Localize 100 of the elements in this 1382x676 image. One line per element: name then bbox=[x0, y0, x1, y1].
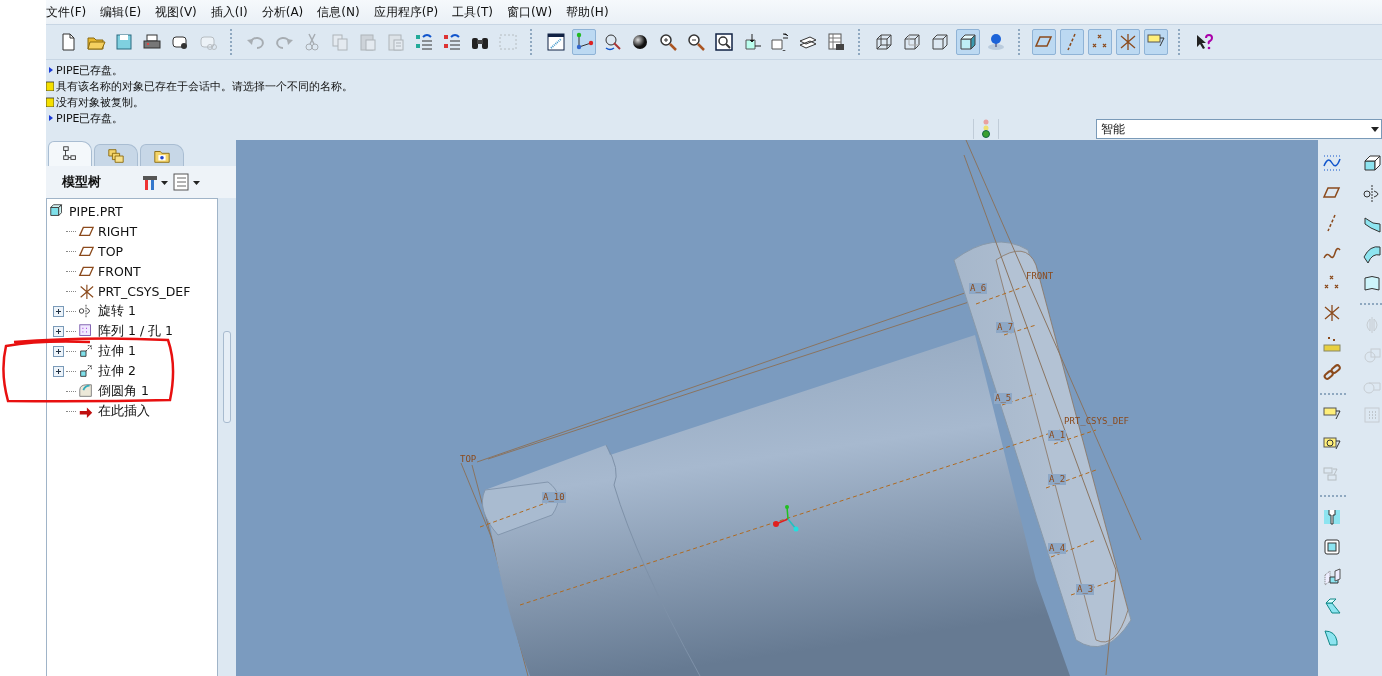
selection-box-icon bbox=[498, 32, 518, 52]
datum-label: A_3 bbox=[1076, 584, 1095, 595]
datum-label: TOP bbox=[460, 454, 477, 465]
traffic-light-icon bbox=[981, 118, 991, 140]
boundary-surface-icon bbox=[1362, 273, 1382, 293]
zoom-in-icon bbox=[658, 32, 678, 52]
zoom-fit-icon bbox=[714, 32, 734, 52]
menu-item[interactable]: 视图(V) bbox=[155, 3, 203, 21]
tree-structure-icon bbox=[61, 145, 79, 163]
tree-item[interactable]: 倒圆角 1 bbox=[96, 382, 149, 400]
expand-box[interactable] bbox=[53, 325, 64, 337]
datum-label: A_1 bbox=[1048, 430, 1067, 441]
tree-item[interactable]: PIPE.PRT bbox=[67, 203, 123, 219]
chain-link-icon bbox=[1322, 363, 1342, 383]
extrude-icon bbox=[1362, 153, 1382, 173]
folder-stack-icon bbox=[107, 146, 125, 165]
shaded-cube-button[interactable] bbox=[956, 29, 980, 55]
datum-label: A_5 bbox=[994, 393, 1013, 404]
menu-item[interactable]: 分析(A) bbox=[261, 3, 310, 21]
clipboard-icon bbox=[358, 32, 378, 52]
clipboard-list-icon bbox=[386, 32, 406, 52]
copy-icon bbox=[330, 32, 350, 52]
datum-label: A_6 bbox=[969, 283, 988, 294]
tree-item[interactable]: 阵列 1 / 孔 1 bbox=[96, 322, 173, 340]
tree-item[interactable]: PRT_CSYS_DEF bbox=[96, 283, 191, 299]
message-text: 具有该名称的对象已存在于会话中。请选择一个不同的名称。 bbox=[56, 78, 353, 94]
datum-label: PRT_CSYS_DEF bbox=[1064, 416, 1130, 427]
hole-icon bbox=[1322, 507, 1342, 527]
coordinate-system-button[interactable] bbox=[1116, 29, 1140, 55]
panel-collapse-handle[interactable] bbox=[223, 331, 231, 423]
info-arrow-icon bbox=[46, 113, 54, 123]
coordinate-triad-icon bbox=[773, 505, 799, 532]
tree-item[interactable]: FRONT bbox=[96, 263, 141, 279]
expand-box[interactable] bbox=[53, 305, 64, 317]
info-arrow-icon bbox=[46, 65, 54, 75]
tree-item[interactable]: TOP bbox=[96, 243, 123, 259]
menu-item[interactable]: 插入(I) bbox=[210, 3, 254, 21]
spin-center-button[interactable] bbox=[572, 29, 596, 55]
expand-box[interactable] bbox=[53, 345, 64, 357]
navigator-tab[interactable] bbox=[48, 141, 92, 166]
wireframe-cube-icon bbox=[874, 32, 894, 52]
menu-item[interactable]: 帮助(H) bbox=[566, 3, 615, 21]
menu-item[interactable]: 信息(N) bbox=[317, 3, 366, 21]
menu-item[interactable]: 应用程序(P) bbox=[373, 3, 445, 21]
message-text: 没有对象被复制。 bbox=[56, 94, 144, 110]
hidden-line-cube-icon bbox=[902, 32, 922, 52]
model-viewport[interactable]: TOP FRONT A_6 A_7 A_5 PRT_CSYS_DEF A_1 A_2 A_4 A_3 A_10 bbox=[236, 140, 1318, 676]
table-camera-icon bbox=[826, 32, 846, 52]
repaint-icon bbox=[546, 32, 566, 52]
draft-icon bbox=[1322, 597, 1342, 617]
datum-plane-button[interactable] bbox=[1032, 29, 1056, 55]
coordinate-system-icon bbox=[1322, 303, 1342, 323]
help-cursor-icon bbox=[1194, 32, 1214, 52]
hammer-caret-icon bbox=[141, 173, 169, 191]
spin-center-icon bbox=[574, 32, 594, 52]
annotation-button[interactable] bbox=[1144, 29, 1168, 55]
round-icon bbox=[78, 383, 94, 399]
sketch-icon bbox=[1322, 153, 1342, 173]
menu-item[interactable]: 编辑(E) bbox=[100, 3, 148, 21]
tree-item[interactable]: 在此插入 bbox=[96, 402, 150, 420]
extrude-icon bbox=[78, 343, 94, 359]
message-text: PIPE已存盘。 bbox=[56, 110, 124, 126]
caret-icon bbox=[1371, 126, 1379, 132]
tree-item[interactable]: RIGHT bbox=[96, 223, 138, 239]
menu-item[interactable]: 工具(T) bbox=[452, 3, 499, 21]
navigator-tab[interactable] bbox=[94, 144, 138, 166]
navigator-tab[interactable] bbox=[140, 144, 184, 166]
scissors-icon bbox=[302, 32, 322, 52]
regenerate-list-icon bbox=[442, 32, 462, 52]
zoom-out-icon bbox=[686, 32, 706, 52]
tree-item[interactable]: 旋转 1 bbox=[96, 302, 136, 320]
tree-item[interactable]: 拉伸 1 bbox=[96, 342, 136, 360]
tree-item[interactable]: 拉伸 2 bbox=[96, 362, 136, 380]
datum-label: FRONT bbox=[1026, 271, 1054, 282]
extrude-icon bbox=[78, 363, 94, 379]
model-tree-title: 模型树 bbox=[62, 173, 101, 191]
box-arrow-icon bbox=[742, 32, 762, 52]
render-ball-icon bbox=[986, 32, 1006, 52]
orient-icon bbox=[602, 32, 622, 52]
part-cube-icon bbox=[49, 203, 65, 219]
shaded-cube-icon bbox=[958, 32, 978, 52]
coordinate-system-icon bbox=[1118, 32, 1138, 52]
printer-icon bbox=[142, 32, 162, 52]
filter-dropdown[interactable]: 智能 bbox=[1096, 119, 1382, 139]
datum-label: A_7 bbox=[996, 322, 1015, 333]
list-caret-icon bbox=[173, 173, 201, 191]
pattern-grid-icon bbox=[1362, 405, 1382, 425]
datum-label: A_4 bbox=[1048, 543, 1067, 554]
sphere-icon bbox=[630, 32, 650, 52]
rib-icon bbox=[1322, 567, 1342, 587]
message-text: PIPE已存盘。 bbox=[56, 62, 124, 78]
menu-item[interactable]: 文件(F) bbox=[46, 3, 93, 21]
merge-icon bbox=[1362, 345, 1382, 365]
expand-box[interactable] bbox=[53, 365, 64, 377]
datum-points-button[interactable] bbox=[1088, 29, 1112, 55]
menu-item[interactable]: 窗口(W) bbox=[506, 3, 559, 21]
regenerate-icon bbox=[414, 32, 434, 52]
swept-blend-icon bbox=[1362, 243, 1382, 263]
cube-outline-icon bbox=[930, 32, 950, 52]
datum-label: A_2 bbox=[1048, 474, 1067, 485]
